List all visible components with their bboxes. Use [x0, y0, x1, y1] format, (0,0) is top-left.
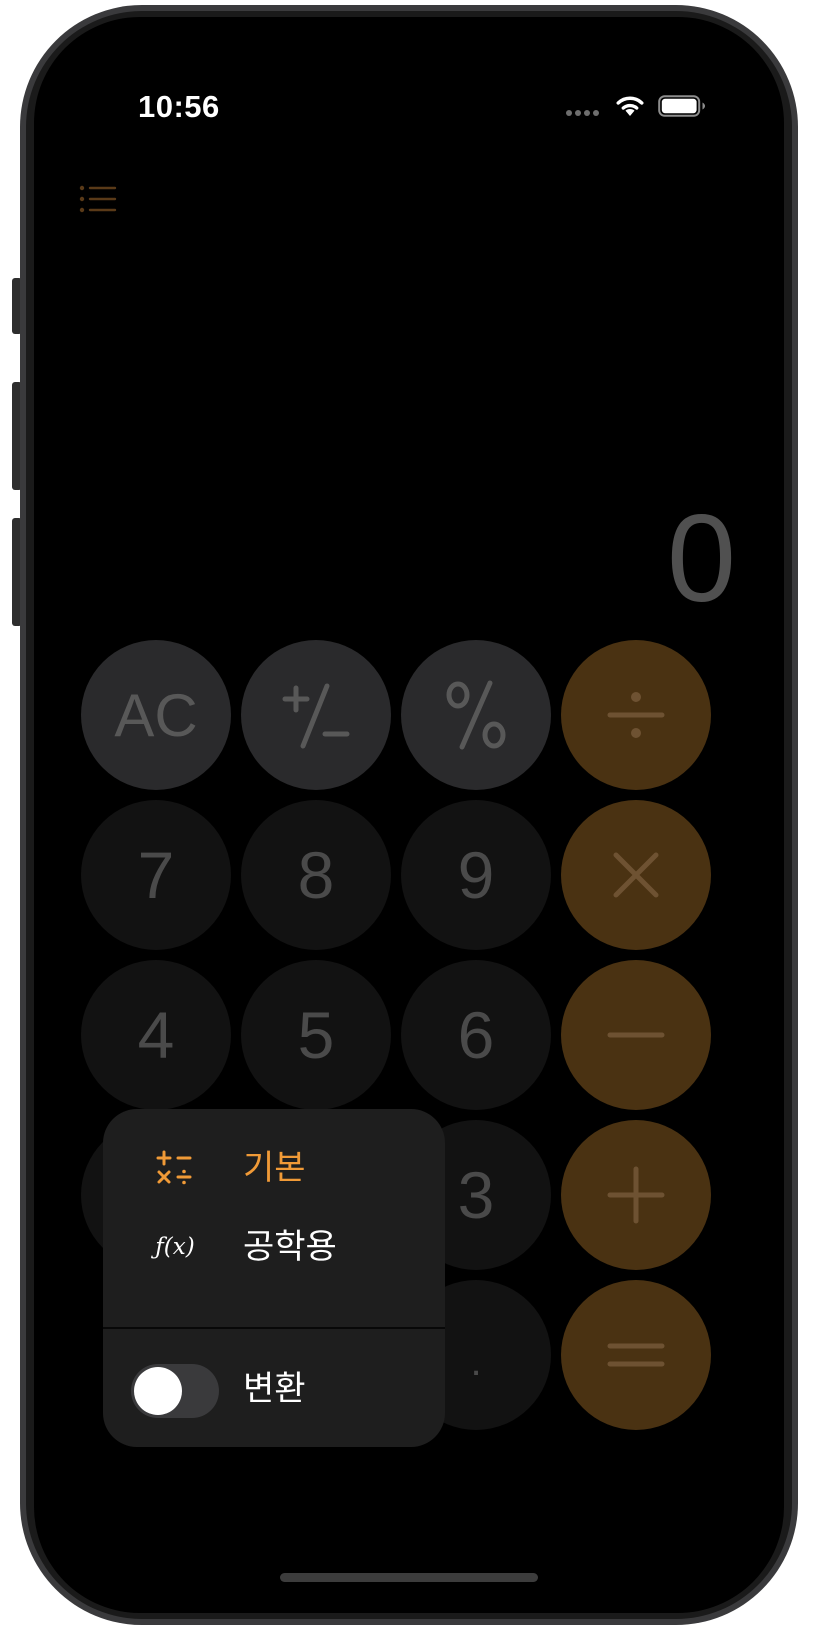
all-clear-label: AC [114, 681, 198, 749]
battery-icon [658, 95, 706, 122]
multiply-icon [613, 852, 659, 898]
menu-item-basic[interactable]: 기본 [103, 1130, 445, 1208]
divide-button[interactable] [561, 640, 711, 790]
wifi-icon [615, 95, 645, 122]
add-button[interactable] [561, 1120, 711, 1270]
all-clear-button[interactable]: AC [81, 640, 231, 790]
menu-item-scientific[interactable]: ƒ(x) 공학용 [103, 1209, 445, 1287]
decimal-label: . [470, 1339, 482, 1384]
subtract-button[interactable] [561, 960, 711, 1110]
digit-8-button[interactable]: 8 [241, 800, 391, 950]
plus-icon [607, 1166, 665, 1224]
digit-5-button[interactable]: 5 [241, 960, 391, 1110]
menu-item-basic-label: 기본 [243, 1148, 306, 1188]
digit-9-button[interactable]: 9 [401, 800, 551, 950]
mode-menu-button[interactable] [79, 184, 123, 220]
function-icon: ƒ(x) [155, 1234, 195, 1260]
toggle-knob [134, 1367, 182, 1415]
plus-minus-button[interactable] [241, 640, 391, 790]
mode-menu-popup: 기본 ƒ(x) 공학용 변환 [103, 1109, 445, 1447]
percent-button[interactable] [401, 640, 551, 790]
result-display: 0 [667, 490, 736, 628]
digit-4-button[interactable]: 4 [81, 960, 231, 1110]
digit-6-button[interactable]: 6 [401, 960, 551, 1110]
divide-icon [607, 692, 665, 738]
percent-icon [446, 680, 506, 750]
status-time: 10:56 [138, 89, 220, 124]
basic-operators-icon [153, 1148, 197, 1188]
menu-item-convert-label: 변환 [243, 1369, 306, 1409]
plus-minus-icon [282, 683, 350, 749]
digit-7-button[interactable]: 7 [81, 800, 231, 950]
cellular-signal-icon [566, 110, 602, 118]
menu-item-convert[interactable]: 변환 [103, 1329, 445, 1447]
multiply-button[interactable] [561, 800, 711, 950]
home-indicator[interactable] [280, 1573, 538, 1582]
minus-icon [607, 1032, 665, 1038]
calculator-screen: 10:56 0 AC 7 8 9 4 5 6 3 . 기본 ƒ(x) 공학용 변… [34, 17, 784, 1613]
equals-button[interactable] [561, 1280, 711, 1430]
equals-icon [607, 1343, 665, 1367]
convert-toggle[interactable] [131, 1364, 219, 1418]
menu-item-scientific-label: 공학용 [243, 1227, 337, 1267]
